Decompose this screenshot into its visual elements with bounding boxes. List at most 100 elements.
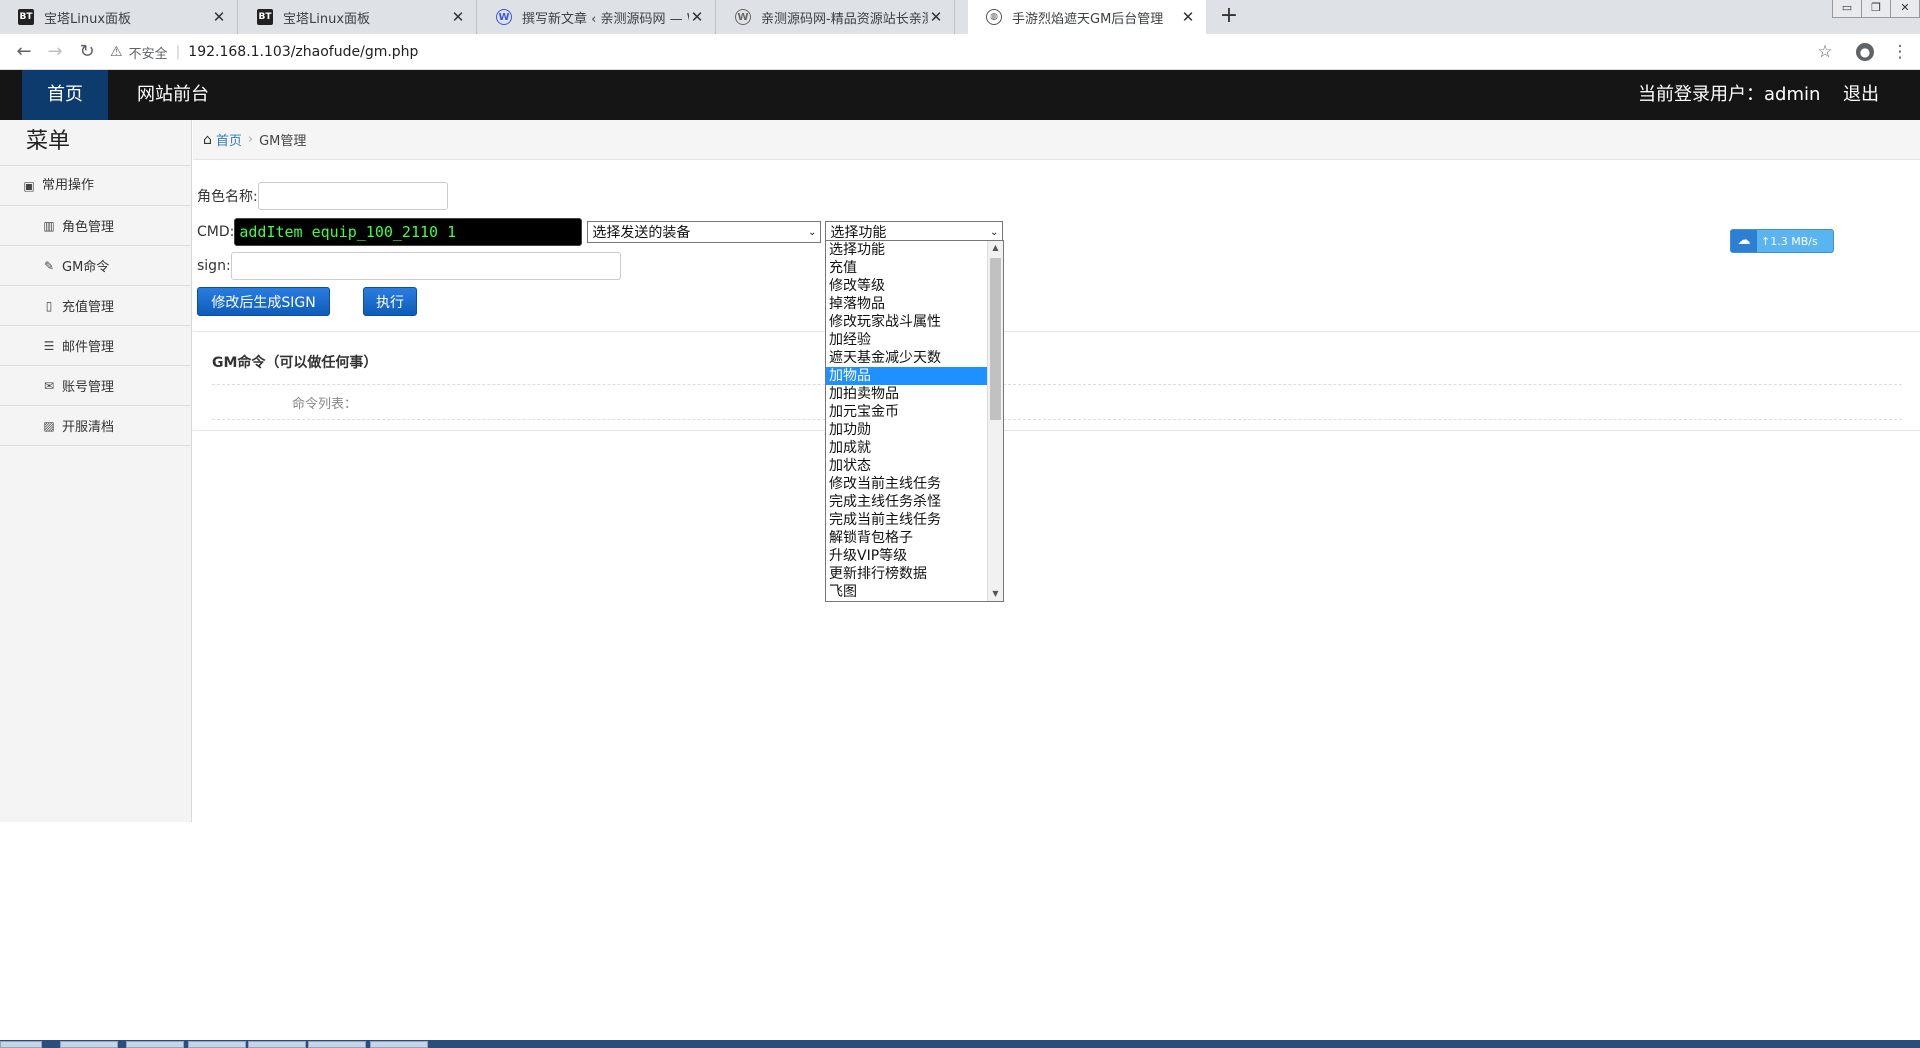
profile-avatar-icon[interactable]: ●	[1856, 43, 1874, 61]
url-text[interactable]: 192.168.1.103/zhaofude/gm.php	[188, 44, 418, 60]
tab-title: 手游烈焰遮天GM后台管理	[1012, 11, 1164, 27]
dropdown-option[interactable]: 解锁背包格子	[826, 529, 988, 547]
insecure-label[interactable]: 不安全	[129, 43, 168, 62]
scroll-down-icon[interactable]: ▼	[988, 587, 1003, 601]
new-tab-button[interactable]: +	[1216, 4, 1242, 30]
cmd-label: CMD:	[197, 224, 235, 240]
cmd-input[interactable]: addItem equip_100_2110 1	[234, 218, 583, 246]
sidebar-item-mail[interactable]: ☰ 邮件管理	[0, 326, 191, 366]
browser-tab-3[interactable]: W 撰写新文章 ‹ 亲测源码网 — Wor ✕	[478, 0, 716, 34]
dropdown-option[interactable]: 完成当前主线任务	[826, 511, 988, 529]
logout-link[interactable]: 退出	[1843, 70, 1879, 120]
breadcrumb-current: GM管理	[259, 134, 307, 149]
dropdown-option[interactable]: 充值	[826, 259, 988, 277]
dropdown-option[interactable]: 加经验	[826, 331, 988, 349]
tab-close-icon[interactable]: ✕	[1180, 8, 1196, 26]
sidebar-item-roles[interactable]: ▥ 角色管理	[0, 206, 191, 246]
sidebar-group-common[interactable]: ▣ 常用操作	[0, 166, 191, 206]
dropdown-option[interactable]: 更新排行榜数据	[826, 565, 988, 583]
breadcrumb-home-link[interactable]: 首页	[216, 130, 242, 149]
role-name-label: 角色名称:	[197, 189, 258, 205]
omnibox[interactable]: ⚠ 不安全 | 192.168.1.103/zhaofude/gm.php	[110, 38, 1830, 66]
sidebar-item-accounts[interactable]: ✉ 账号管理	[0, 366, 191, 406]
sign-row: sign:	[197, 252, 621, 280]
mail-icon: ✉	[43, 378, 55, 393]
dropdown-option[interactable]: 完成主线任务杀怪	[826, 493, 988, 511]
back-arrow-icon[interactable]: ←	[12, 40, 36, 64]
chevron-right-icon: ›	[247, 132, 254, 147]
bookmark-star-icon[interactable]: ☆	[1813, 40, 1837, 64]
taskbar-item[interactable]	[188, 1041, 246, 1048]
tab-title: 撰写新文章 ‹ 亲测源码网 — Wor	[522, 11, 689, 27]
wordpress-favicon-icon: W	[735, 9, 751, 25]
start-button[interactable]	[0, 1041, 42, 1048]
command-list-label: 命令列表：	[292, 397, 358, 412]
taskbar-item[interactable]	[126, 1041, 184, 1048]
browser-tab-4[interactable]: W 亲测源码网-精品资源站长亲测 ✕	[717, 0, 955, 34]
sidebar-item-gm-command[interactable]: ✎ GM命令	[0, 246, 191, 286]
tab-close-icon[interactable]: ✕	[211, 8, 227, 26]
dropdown-option[interactable]: 升级VIP等级	[826, 547, 988, 565]
forward-arrow-icon[interactable]: →	[43, 40, 67, 64]
dropdown-option[interactable]: 加物品	[826, 367, 988, 385]
scroll-up-icon[interactable]: ▲	[988, 241, 1003, 255]
equip-select[interactable]: 选择发送的装备 ⌄	[587, 221, 822, 243]
browser-tab-2[interactable]: BT 宝塔Linux面板 ✕	[239, 0, 477, 34]
kebab-menu-icon[interactable]: ⋮	[1888, 40, 1912, 64]
execute-button[interactable]: 执行	[363, 287, 417, 316]
taskbar-item[interactable]	[248, 1041, 306, 1048]
minimize-icon[interactable]: ▭	[1832, 0, 1862, 18]
bt-favicon-icon: BT	[18, 9, 34, 25]
app-header: 首页 网站前台 当前登录用户：admin 退出	[0, 70, 1920, 120]
dropdown-options: 选择功能 充值 修改等级 掉落物品 修改玩家战斗属性 加经验 遮天基金减少天数 加物品 加拍卖物…	[826, 241, 1003, 601]
sidebar-item-recharge[interactable]: ▯ 充值管理	[0, 286, 191, 326]
function-select-value: 选择功能	[830, 225, 887, 241]
current-user-label: 当前登录用户：admin	[1638, 84, 1821, 105]
taskbar-item[interactable]	[308, 1041, 366, 1048]
sign-input[interactable]	[230, 252, 621, 280]
nav-frontend[interactable]: 网站前台	[137, 70, 209, 120]
dropdown-option[interactable]: 加状态	[826, 457, 988, 475]
sidebar-item-server-reset[interactable]: ▨ 开服清档	[0, 406, 191, 446]
browser-tab-5-active[interactable]: ◍ 手游烈焰遮天GM后台管理 ✕	[968, 0, 1206, 34]
dropdown-option[interactable]: 加元宝金币	[826, 403, 988, 421]
breadcrumb: ⌂ 首页 › GM管理	[193, 120, 1920, 160]
dashed-divider	[212, 419, 1902, 420]
tab-title: 宝塔Linux面板	[44, 11, 132, 27]
dropdown-option[interactable]: 遮天基金减少天数	[826, 349, 988, 367]
scrollbar-thumb[interactable]	[990, 258, 1001, 420]
dropdown-option[interactable]: 加成就	[826, 439, 988, 457]
dropdown-scrollbar[interactable]: ▲ ▼	[987, 241, 1003, 601]
tab-close-icon[interactable]: ✕	[689, 8, 705, 26]
close-window-icon[interactable]: ✕	[1890, 0, 1920, 18]
sidebar-item-label: 邮件管理	[62, 340, 115, 355]
tab-close-icon[interactable]: ✕	[450, 8, 466, 26]
globe-favicon-icon: ◍	[986, 9, 1002, 25]
file-icon: ▯	[45, 298, 53, 313]
dropdown-option[interactable]: 修改等级	[826, 277, 988, 295]
network-speed-widget[interactable]: ☁ ↑1.3 MB/s	[1730, 229, 1834, 253]
dropdown-option[interactable]: 修改玩家战斗属性	[826, 313, 988, 331]
browser-tab-1[interactable]: BT 宝塔Linux面板 ✕	[0, 0, 238, 34]
chevron-down-icon: ⌄	[989, 226, 999, 238]
restore-icon[interactable]: ❐	[1861, 0, 1891, 18]
tab-close-icon[interactable]: ✕	[928, 8, 944, 26]
role-name-input[interactable]	[257, 182, 448, 210]
nav-home[interactable]: 首页	[22, 70, 108, 120]
generate-sign-button[interactable]: 修改后生成SIGN	[197, 287, 330, 316]
function-dropdown-list[interactable]: 选择功能 充值 修改等级 掉落物品 修改玩家战斗属性 加经验 遮天基金减少天数 加物品 加拍卖物…	[825, 240, 1004, 602]
dropdown-option[interactable]: 选择功能	[826, 241, 988, 259]
taskbar-item[interactable]	[60, 1041, 118, 1048]
dropdown-option[interactable]: 掉落物品	[826, 295, 988, 313]
home-icon: ⌂	[203, 131, 212, 148]
taskbar-item[interactable]	[370, 1041, 428, 1048]
role-name-row: 角色名称:	[197, 182, 448, 210]
dropdown-option[interactable]: 飞图	[826, 583, 988, 601]
sidebar-title: 菜单	[0, 120, 191, 166]
dropdown-option[interactable]: 修改当前主线任务	[826, 475, 988, 493]
roles-icon: ▥	[43, 218, 55, 233]
dropdown-option[interactable]: 加功勋	[826, 421, 988, 439]
dropdown-option[interactable]: 加拍卖物品	[826, 385, 988, 403]
warning-icon[interactable]: ⚠	[110, 44, 123, 60]
reload-icon[interactable]: ↻	[75, 40, 99, 64]
